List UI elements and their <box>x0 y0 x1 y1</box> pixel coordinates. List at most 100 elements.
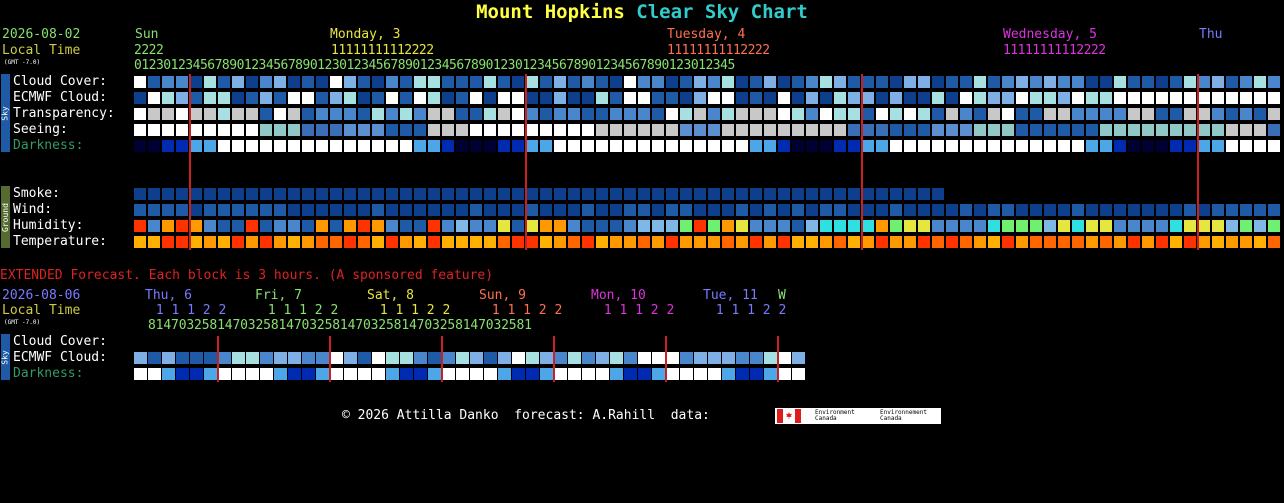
temperature-block <box>302 236 314 248</box>
cloud-cover-block <box>610 76 622 88</box>
seeing-block <box>1128 124 1140 136</box>
darkness-block <box>890 140 902 152</box>
darkness-block <box>1058 140 1070 152</box>
site-name: Mount Hopkins <box>476 1 625 23</box>
seeing-block <box>988 124 1000 136</box>
ext-midnight-divider <box>665 336 667 382</box>
transparency-block <box>498 108 510 120</box>
cloud-cover-block <box>218 76 230 88</box>
humidity-block <box>526 220 538 232</box>
cloud-cover-block <box>246 76 258 88</box>
ecmwf-cloud-block <box>1058 92 1070 104</box>
darkness-block <box>190 140 202 152</box>
ext-cloud-cover-block <box>190 352 203 364</box>
ecmwf-cloud-block <box>1198 92 1210 104</box>
midnight-divider <box>861 74 863 250</box>
ecmwf-cloud-block <box>722 92 734 104</box>
temperature-block <box>610 236 622 248</box>
transparency-block <box>722 108 734 120</box>
wind-block <box>218 204 230 216</box>
transparency-block <box>1058 108 1070 120</box>
ecmwf-cloud-block <box>1156 92 1168 104</box>
canada-logo[interactable]: Environment Canada Environnement Canada <box>775 408 941 424</box>
smoke-block <box>792 188 804 200</box>
transparency-block <box>274 108 286 120</box>
ext-cloud-cover-block <box>218 352 231 364</box>
wind-block <box>554 204 566 216</box>
smoke-block <box>526 188 538 200</box>
seeing-block <box>456 124 468 136</box>
darkness-block <box>1142 140 1154 152</box>
darkness-block <box>596 140 608 152</box>
seeing-block <box>134 124 146 136</box>
smoke-block <box>162 188 174 200</box>
cloud-cover-block <box>708 76 720 88</box>
cloud-cover-block <box>1044 76 1056 88</box>
hours-tens-wed: 11111111112222 <box>1003 43 1106 58</box>
seeing-block <box>260 124 272 136</box>
wind-block <box>456 204 468 216</box>
cloud-cover-block <box>232 76 244 88</box>
wind-block <box>862 204 874 216</box>
ext-cloud-cover-block <box>582 352 595 364</box>
cloud-cover-block <box>988 76 1000 88</box>
midnight-divider <box>525 74 527 250</box>
seeing-block <box>1156 124 1168 136</box>
hours-tens-tue: 11111111112222 <box>667 43 770 58</box>
ecmwf-cloud-block <box>1240 92 1252 104</box>
temperature-block <box>1086 236 1098 248</box>
humidity-block <box>1030 220 1042 232</box>
ecmwf-cloud-block <box>302 92 314 104</box>
ecmwf-cloud-block <box>414 92 426 104</box>
darkness-block <box>1128 140 1140 152</box>
humidity-block <box>1044 220 1056 232</box>
cloud-cover-block <box>1086 76 1098 88</box>
ecmwf-cloud-block <box>358 92 370 104</box>
ecmwf-cloud-block <box>974 92 986 104</box>
temperature-block <box>1016 236 1028 248</box>
ext-cloud-cover-block <box>666 352 679 364</box>
humidity-block <box>428 220 440 232</box>
transparency-block <box>750 108 762 120</box>
smoke-block <box>694 188 706 200</box>
ext-darkness-block <box>540 368 553 380</box>
temperature-block <box>386 236 398 248</box>
darkness-block <box>848 140 860 152</box>
wind-block <box>302 204 314 216</box>
transparency-block <box>1072 108 1084 120</box>
smoke-block <box>134 188 146 200</box>
ecmwf-cloud-block <box>876 92 888 104</box>
seeing-block <box>582 124 594 136</box>
humidity-block <box>1212 220 1224 232</box>
darkness-block <box>176 140 188 152</box>
seeing-block <box>1058 124 1070 136</box>
humidity-block <box>1240 220 1252 232</box>
smoke-block <box>316 188 328 200</box>
ecmwf-cloud-block <box>1044 92 1056 104</box>
humidity-block <box>988 220 1000 232</box>
ecmwf-cloud-block <box>330 92 342 104</box>
row-label-temperature: Temperature: <box>13 234 107 249</box>
humidity-block <box>932 220 944 232</box>
darkness-block <box>1016 140 1028 152</box>
cloud-cover-block <box>288 76 300 88</box>
ext-darkness-block <box>288 368 301 380</box>
ext-cloud-cover-block <box>386 352 399 364</box>
ecmwf-cloud-block <box>806 92 818 104</box>
ext-darkness-block <box>484 368 497 380</box>
temperature-block <box>988 236 1000 248</box>
darkness-block <box>358 140 370 152</box>
darkness-block <box>1184 140 1196 152</box>
ecmwf-cloud-block <box>988 92 1000 104</box>
smoke-block <box>148 188 160 200</box>
ecmwf-cloud-block <box>694 92 706 104</box>
humidity-block <box>848 220 860 232</box>
ecmwf-cloud-block <box>1170 92 1182 104</box>
smoke-block <box>736 188 748 200</box>
ext-darkness-block <box>722 368 735 380</box>
humidity-block <box>372 220 384 232</box>
ext-darkness-block <box>344 368 357 380</box>
ext-cloud-cover-block <box>512 352 525 364</box>
ext-cloud-cover-block <box>148 352 161 364</box>
ext-cloud-cover-block <box>708 352 721 364</box>
